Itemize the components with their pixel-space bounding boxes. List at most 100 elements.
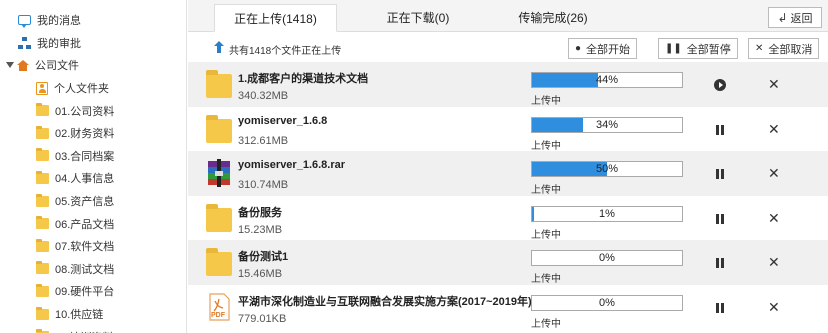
upload-row[interactable]: 1.成都客户的渠道技术文档 340.32MB 44% 上传中 ✕ bbox=[188, 62, 828, 107]
org-tree-icon bbox=[18, 36, 31, 49]
upload-status: 上传中 bbox=[531, 185, 561, 196]
sidebar-item-label: 06.产品文档 bbox=[55, 218, 115, 231]
upload-status: 上传中 bbox=[531, 96, 561, 107]
cancel-button[interactable]: ✕ bbox=[768, 211, 780, 225]
sidebar-item-label: 10.供应链 bbox=[55, 309, 104, 322]
cancel-all-button[interactable]: ✕ 全部取消 bbox=[748, 38, 820, 59]
close-icon: ✕ bbox=[755, 43, 764, 54]
pause-button[interactable] bbox=[716, 302, 725, 313]
progress-bar: 34% bbox=[531, 116, 683, 133]
progress-percent: 0% bbox=[599, 252, 615, 264]
upload-row[interactable]: 备份服务 15.23MB 1% 上传中 ✕ bbox=[188, 195, 828, 241]
sidebar-item[interactable]: 11.培训资料 bbox=[0, 325, 186, 333]
progress-bar: 0% bbox=[531, 250, 683, 266]
sidebar-item-label: 11.培训资料 bbox=[55, 329, 113, 333]
upload-status: 上传中 bbox=[531, 274, 561, 285]
tab-uploading[interactable]: 正在上传(1418) bbox=[214, 4, 337, 32]
start-all-button[interactable]: ● 全部开始 bbox=[568, 38, 638, 59]
upload-status: 上传中 bbox=[531, 318, 561, 330]
folder-icon bbox=[206, 114, 232, 143]
folder-icon bbox=[206, 70, 232, 98]
sidebar-item[interactable]: 08.测试文档 bbox=[0, 258, 186, 281]
toolbar: 共有1418个文件正在上传 ● 全部开始 ❚❚ 全部暂停 ✕ 全部取消 bbox=[188, 34, 828, 62]
sidebar-item[interactable]: 03.合同档案 bbox=[0, 145, 186, 168]
pause-button[interactable] bbox=[716, 124, 725, 135]
file-size: 779.01KB bbox=[238, 312, 287, 325]
cancel-button[interactable]: ✕ bbox=[768, 77, 780, 91]
upload-arrow-icon bbox=[214, 41, 224, 53]
sidebar-item[interactable]: 公司文件 bbox=[0, 54, 186, 77]
upload-list: 1.成都客户的渠道技术文档 340.32MB 44% 上传中 ✕ yomiserver_1… bbox=[188, 62, 828, 330]
tab-completed[interactable]: 传输完成(26) bbox=[488, 4, 618, 32]
sidebar-item[interactable]: 个人文件夹 bbox=[0, 77, 186, 100]
sidebar-item[interactable]: 07.软件文档 bbox=[0, 235, 186, 258]
progress-bar: 50% bbox=[531, 161, 683, 177]
cancel-button[interactable]: ✕ bbox=[768, 255, 780, 269]
sidebar-item-label: 09.硬件平台 bbox=[55, 286, 115, 299]
sidebar-item[interactable]: 05.资产信息 bbox=[0, 190, 186, 213]
file-size: 312.61MB bbox=[238, 134, 289, 147]
sidebar-item-label: 04.人事信息 bbox=[55, 173, 115, 186]
cancel-button[interactable]: ✕ bbox=[768, 122, 780, 136]
pause-button[interactable] bbox=[716, 169, 725, 179]
sidebar-item-label: 01.公司资料 bbox=[55, 105, 115, 118]
message-icon bbox=[18, 15, 31, 29]
sidebar-item[interactable]: 我的审批 bbox=[0, 32, 186, 55]
progress-bar: 1% bbox=[531, 205, 683, 222]
sidebar-item[interactable]: 04.人事信息 bbox=[0, 167, 186, 190]
pause-button[interactable] bbox=[716, 258, 725, 268]
file-name[interactable]: 备份服务 bbox=[238, 204, 282, 220]
upload-row[interactable]: PDF 平湖市深化制造业与互联网融合发展实施方案(2017~2019年).pdf 7… bbox=[188, 284, 828, 330]
upload-row[interactable]: yomiserver_1.6.8.rar 310.74MB 50% 上传中 ✕ bbox=[188, 151, 828, 196]
folder-icon bbox=[36, 261, 49, 275]
pause-button[interactable] bbox=[716, 213, 725, 224]
caret-down-icon[interactable] bbox=[6, 62, 14, 69]
sidebar-item[interactable]: 09.硬件平台 bbox=[0, 280, 186, 303]
sidebar-item-label: 03.合同档案 bbox=[55, 150, 115, 163]
folder-icon bbox=[206, 203, 232, 232]
person-folder-icon bbox=[36, 81, 48, 95]
upload-row[interactable]: 备份测试1 15.46MB 0% 上传中 ✕ bbox=[188, 240, 828, 285]
pause-all-label: 全部暂停 bbox=[686, 43, 731, 56]
tab-downloading[interactable]: 正在下载(0) bbox=[353, 4, 483, 32]
main-panel: 正在上传(1418) 正在下载(0) 传输完成(26) ↲ 返回 共有1418个… bbox=[188, 0, 828, 333]
file-name[interactable]: yomiserver_1.6.8 bbox=[238, 115, 327, 127]
sidebar-item-label: 07.软件文档 bbox=[55, 241, 115, 254]
upload-row[interactable]: yomiserver_1.6.8 312.61MB 34% 上传中 ✕ bbox=[188, 106, 828, 152]
start-all-label: 全部开始 bbox=[586, 43, 631, 56]
play-button[interactable] bbox=[714, 79, 726, 91]
folder-icon bbox=[36, 216, 49, 230]
progress-percent: 50% bbox=[595, 163, 619, 175]
back-button-label: 返回 bbox=[790, 12, 813, 25]
file-size: 340.32MB bbox=[238, 90, 289, 102]
sidebar-item-label: 我的审批 bbox=[37, 37, 81, 50]
sidebar-item[interactable]: 01.公司资料 bbox=[0, 99, 186, 122]
cancel-button[interactable]: ✕ bbox=[768, 166, 780, 180]
app-window: 我的消息我的审批公司文件个人文件夹 01.公司资料 02.财务资料 03.合同档案 04… bbox=[0, 0, 828, 333]
pause-all-button[interactable]: ❚❚ 全部暂停 bbox=[658, 38, 738, 59]
file-name[interactable]: 平湖市深化制造业与互联网融合发展实施方案(2017~2019年).pdf bbox=[238, 293, 552, 309]
folder-icon bbox=[36, 306, 49, 320]
sidebar-item[interactable]: 06.产品文档 bbox=[0, 212, 186, 235]
progress-percent: 0% bbox=[599, 296, 615, 309]
progress-percent: 1% bbox=[599, 207, 615, 220]
progress-bar: 0% bbox=[531, 294, 683, 311]
cancel-button[interactable]: ✕ bbox=[768, 300, 780, 314]
play-circle-icon: ● bbox=[575, 43, 582, 54]
sidebar-item[interactable]: 我的消息 bbox=[0, 9, 186, 32]
rar-archive-icon bbox=[208, 159, 230, 187]
file-size: 15.46MB bbox=[238, 268, 283, 280]
back-button[interactable]: ↲ 返回 bbox=[768, 7, 822, 28]
upload-status: 上传中 bbox=[531, 140, 561, 152]
sidebar-item[interactable]: 02.财务资料 bbox=[0, 122, 186, 145]
file-name[interactable]: 备份测试1 bbox=[238, 248, 288, 264]
tab-bar: 正在上传(1418) 正在下载(0) 传输完成(26) ↲ 返回 bbox=[188, 0, 828, 32]
file-name[interactable]: 1.成都客户的渠道技术文档 bbox=[238, 70, 368, 86]
folder-icon bbox=[36, 148, 49, 162]
folder-icon bbox=[36, 193, 49, 207]
sidebar-item[interactable]: 10.供应链 bbox=[0, 303, 186, 326]
scrollbar[interactable] bbox=[822, 62, 828, 333]
sidebar-item-label: 公司文件 bbox=[35, 60, 79, 73]
file-size: 15.23MB bbox=[238, 223, 283, 236]
file-name[interactable]: yomiserver_1.6.8.rar bbox=[238, 159, 345, 171]
